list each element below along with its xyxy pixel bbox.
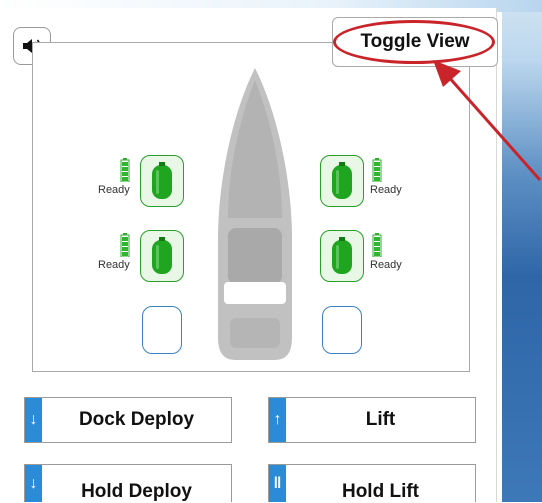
arrow-up-icon: ↑ (269, 398, 286, 442)
hold-down-icon: ↓ (25, 465, 42, 502)
hold-lift-button[interactable]: ‖ Hold Lift (268, 464, 476, 502)
lift-label: Lift (365, 409, 396, 430)
fender-status-label: Ready (370, 184, 402, 196)
lift-button[interactable]: ↑ Lift (268, 397, 476, 443)
arrow-down-icon: ↓ (25, 398, 42, 442)
fender-icon (332, 162, 352, 199)
fender-rear-left[interactable] (140, 230, 184, 282)
hold-up-icon: ‖ (269, 465, 286, 502)
battery-indicator (120, 233, 130, 258)
battery-indicator (120, 158, 130, 183)
fender-icon (152, 237, 172, 274)
fender-front-right[interactable] (320, 155, 364, 207)
dock-deploy-label: Dock Deploy (78, 409, 195, 430)
fender-slot-empty-right[interactable] (322, 306, 362, 354)
battery-indicator (372, 158, 382, 183)
annotation-arrow (433, 60, 542, 181)
fender-front-left[interactable] (140, 155, 184, 207)
fender-status-label: Ready (370, 259, 402, 271)
boat-hull-image (218, 68, 292, 360)
fender-status-label: Ready (98, 184, 130, 196)
battery-indicator (372, 233, 382, 258)
hold-deploy-label: Hold Deploy (81, 481, 192, 502)
fender-slot-empty-left[interactable] (142, 306, 182, 354)
dock-deploy-button[interactable]: ↓ Dock Deploy (24, 397, 232, 443)
fender-status-label: Ready (98, 259, 130, 271)
fender-icon (152, 162, 172, 199)
hold-deploy-button[interactable]: ↓ Hold Deploy (24, 464, 232, 502)
fender-rear-right[interactable] (320, 230, 364, 282)
hold-lift-label: Hold Lift (341, 481, 420, 502)
toggle-view-label: Toggle View (360, 31, 470, 52)
fender-icon (332, 237, 352, 274)
